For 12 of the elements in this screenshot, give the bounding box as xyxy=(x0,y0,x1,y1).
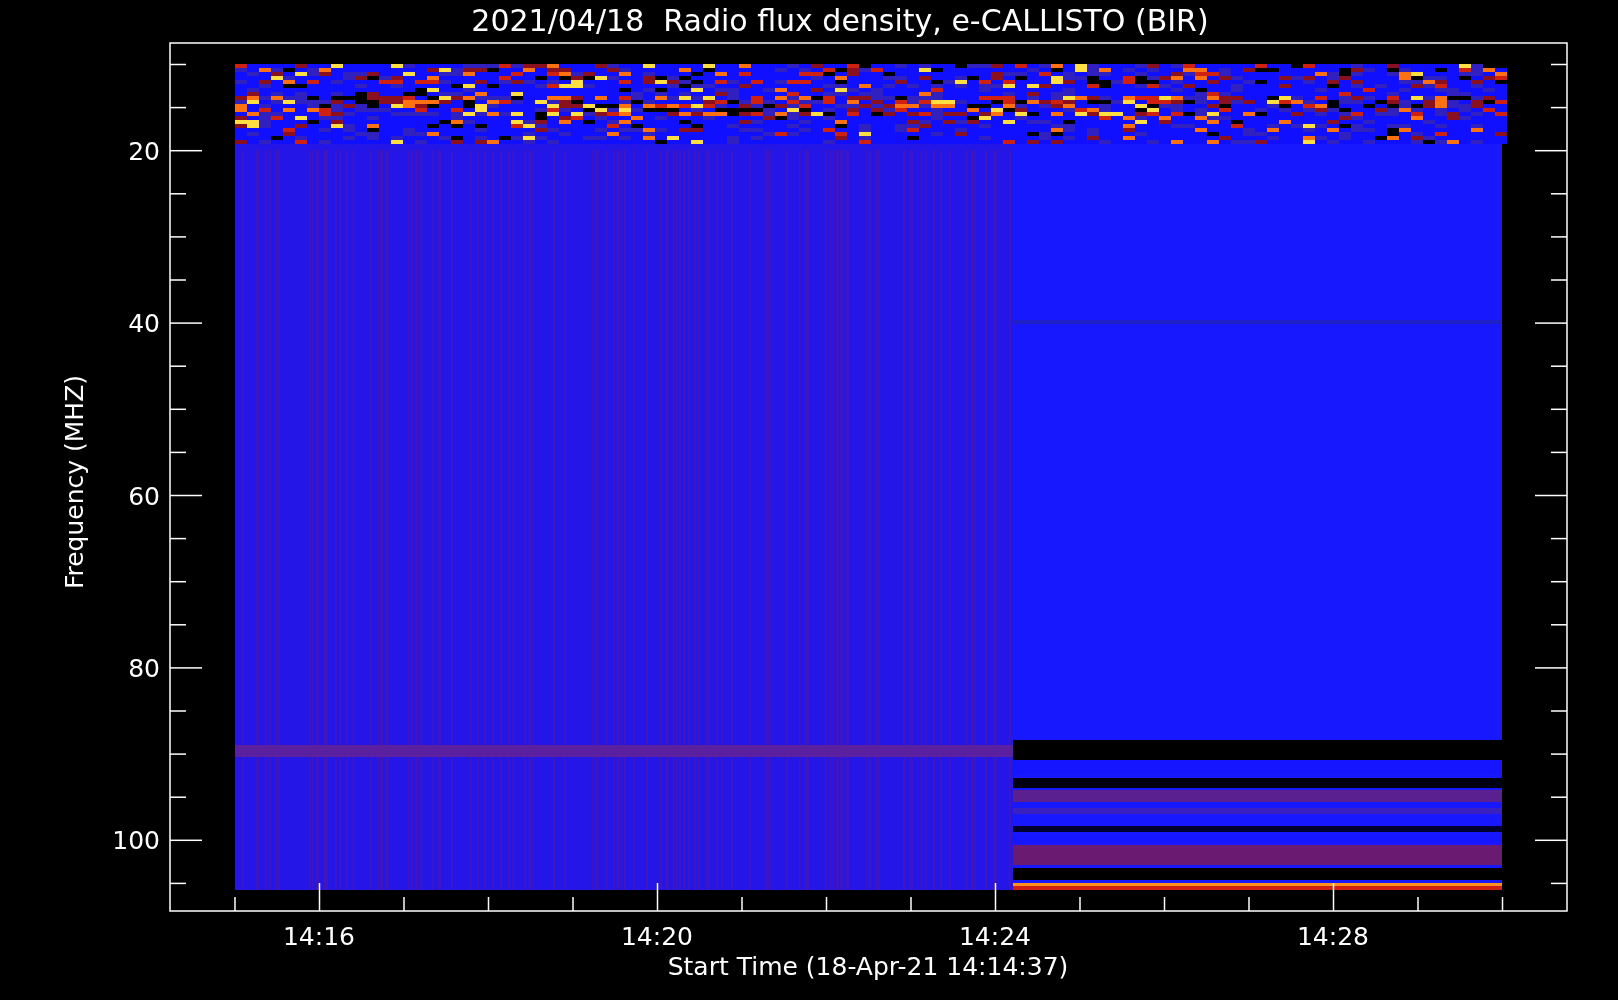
y-tick-label: 20 xyxy=(128,136,160,166)
x-tick-label: 14:24 xyxy=(959,922,1031,951)
x-tick-label: 14:28 xyxy=(1297,922,1369,951)
y-tick-label: 40 xyxy=(128,309,160,339)
x-tick-label: 14:16 xyxy=(283,922,355,951)
y-tick-label: 80 xyxy=(128,653,160,683)
x-axis-label: Start Time (18-Apr-21 14:14:37) xyxy=(667,952,1069,981)
y-tick-label: 100 xyxy=(112,826,160,856)
chart-title: 2021/04/18 Radio flux density, e-CALLISTO (BIR) xyxy=(471,3,1209,38)
y-axis-label: Frequency (MHZ) xyxy=(60,374,89,590)
x-tick-label: 14:20 xyxy=(621,922,693,951)
y-tick-label: 60 xyxy=(128,481,160,511)
